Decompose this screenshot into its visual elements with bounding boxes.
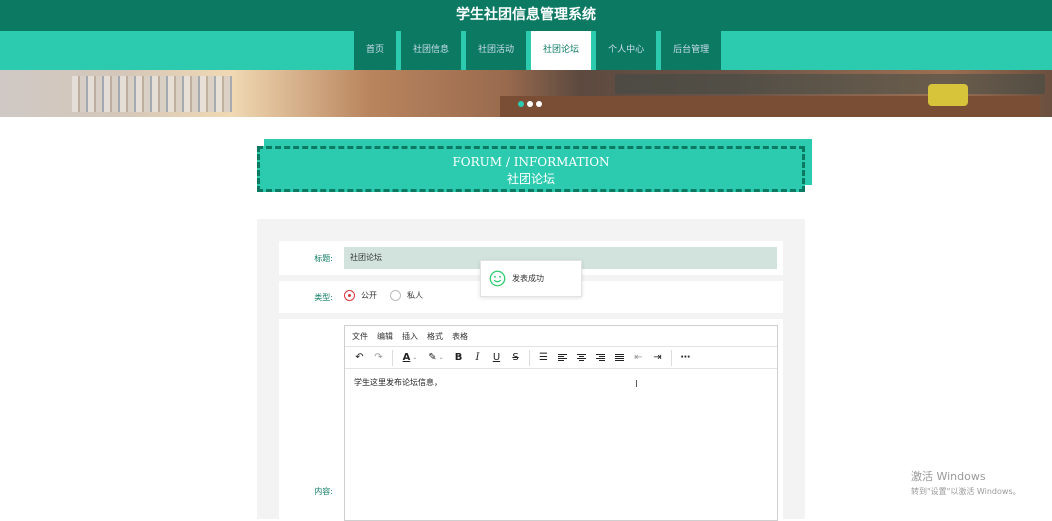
section-title-cn: 社团论坛 (506, 172, 555, 186)
radio-private-label: 私人 (407, 291, 423, 300)
align-left-icon[interactable] (553, 349, 572, 367)
bold-icon[interactable]: B (449, 349, 468, 367)
radio-public[interactable]: 公开 (344, 290, 377, 301)
editor-toolbar: ↶ ↷ A ⌄ ✎ ⌄ B I U S ☰ ⇤ ⇥ ⋯ (345, 347, 777, 369)
menu-table[interactable]: 表格 (452, 331, 468, 342)
text-cursor-icon: I (635, 379, 638, 390)
toast-message: 发表成功 (512, 274, 544, 283)
menu-edit[interactable]: 编辑 (377, 331, 393, 342)
section-title-box: FORUM / INFORMATION 社团论坛 (257, 146, 805, 192)
banner-image-basket (928, 84, 968, 106)
carousel-dot-1[interactable] (518, 101, 524, 107)
section-title-en: FORUM / INFORMATION (452, 155, 610, 169)
watermark-line-1: 激活 Windows (911, 470, 986, 483)
strikethrough-icon[interactable]: S (506, 349, 525, 367)
undo-icon[interactable]: ↶ (350, 349, 369, 367)
nav-item-personal-center[interactable]: 个人中心 (596, 31, 657, 70)
text-color-icon[interactable]: A ⌄ (397, 349, 423, 367)
toolbar-divider (529, 349, 530, 366)
site-title: 学生社团信息管理系统 (456, 7, 596, 23)
redo-icon[interactable]: ↷ (369, 349, 388, 367)
radio-private[interactable]: 私人 (390, 290, 423, 301)
nav-item-club-forum[interactable]: 社团论坛 (531, 31, 592, 70)
smile-icon (489, 270, 506, 287)
editor-content-area[interactable]: 学生这里发布论坛信息， I (345, 369, 777, 396)
rich-text-editor: 文件 编辑 插入 格式 表格 ↶ ↷ A ⌄ ✎ ⌄ B I U S ☰ ⇤ ⇥… (344, 325, 778, 521)
align-right-icon[interactable] (591, 349, 610, 367)
menu-file[interactable]: 文件 (352, 331, 368, 342)
carousel-dot-3[interactable] (536, 101, 542, 107)
content-label: 内容: (314, 487, 333, 496)
menu-format[interactable]: 格式 (427, 331, 443, 342)
editor-menubar: 文件 编辑 插入 格式 表格 (345, 326, 777, 347)
italic-icon[interactable]: I (468, 349, 487, 367)
carousel-dot-2[interactable] (527, 101, 533, 107)
form-row-content: 内容: 文件 编辑 插入 格式 表格 ↶ ↷ A⌄ ✎⌄ B I U S ☰ (279, 319, 783, 521)
underline-icon[interactable]: U (487, 349, 506, 367)
banner-image-board (615, 74, 1045, 94)
toolbar-divider (392, 349, 393, 366)
nav-item-home[interactable]: 首页 (354, 31, 397, 70)
indent-icon[interactable]: ⇥ (648, 349, 667, 367)
site-header: 学生社团信息管理系统 (0, 0, 1052, 31)
highlight-icon[interactable]: ✎ ⌄ (423, 349, 449, 367)
carousel-dots (518, 101, 542, 107)
radio-public-circle[interactable] (344, 290, 355, 301)
radio-public-label: 公开 (361, 291, 377, 300)
banner-carousel (0, 70, 1052, 117)
windows-activation-watermark: 激活 Windows 转到"设置"以激活 Windows。 (911, 468, 1021, 497)
watermark-line-2: 转到"设置"以激活 Windows。 (911, 487, 1021, 496)
align-justify-icon[interactable] (610, 349, 629, 367)
menu-insert[interactable]: 插入 (402, 331, 418, 342)
outdent-icon[interactable]: ⇤ (629, 349, 648, 367)
editor-content-text: 学生这里发布论坛信息， (354, 378, 442, 387)
align-center-icon[interactable] (572, 349, 591, 367)
nav-item-club-info[interactable]: 社团信息 (401, 31, 462, 70)
nav-item-club-activities[interactable]: 社团活动 (466, 31, 527, 70)
nav-item-admin[interactable]: 后台管理 (661, 31, 722, 70)
list-icon[interactable]: ☰ (534, 349, 553, 367)
banner-image-shelf (72, 76, 232, 112)
radio-private-circle[interactable] (390, 290, 401, 301)
toolbar-divider (671, 349, 672, 366)
more-icon[interactable]: ⋯ (676, 349, 695, 367)
title-label: 标题: (314, 254, 333, 263)
section-title: FORUM / INFORMATION 社团论坛 (257, 139, 812, 192)
main-nav: 首页 社团信息 社团活动 社团论坛 个人中心 后台管理 (0, 31, 1052, 70)
success-toast: 发表成功 (480, 260, 582, 297)
type-label: 类型: (314, 293, 333, 302)
